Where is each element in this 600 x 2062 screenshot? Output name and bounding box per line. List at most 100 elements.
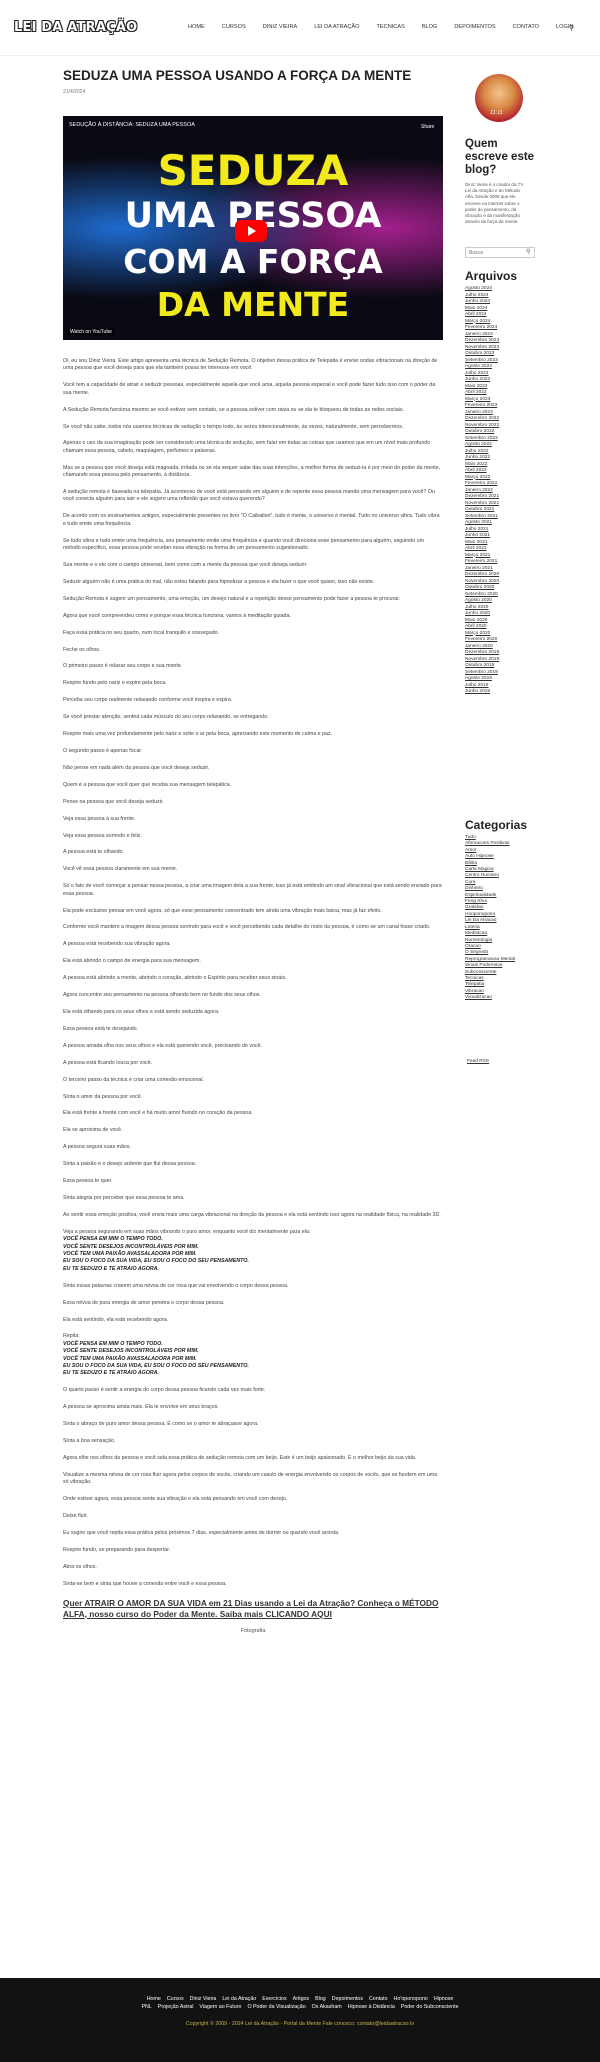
post-paragraph: Deixe fluir. — [63, 1513, 88, 1520]
footer-link[interactable]: Exercícios — [262, 1996, 286, 2002]
nav-depoimentos[interactable]: DEPOIMENTOS — [454, 24, 495, 30]
post-paragraph: Ela está abrindo o campo de energia para… — [63, 958, 201, 965]
footer-link[interactable]: Contato — [369, 1996, 388, 2002]
footer-link[interactable]: PNL — [141, 2004, 151, 2010]
footer-link[interactable]: Diniz Vieira — [190, 1996, 217, 2002]
affirmation-line: EU TE SEDUZO E TE ATRAIO AGORA. — [63, 1370, 160, 1377]
watch-on-youtube-link[interactable]: Watch on YouTube — [67, 328, 115, 336]
search-icon[interactable]: ⚲ — [569, 24, 577, 32]
footer-link[interactable]: Depoimentos — [332, 1996, 363, 2002]
post-paragraph: A pessoa está ficando louca por você. — [63, 1059, 153, 1066]
post-paragraph: Faça essa prática no seu quarto, num loc… — [63, 629, 220, 636]
post-paragraph: Sinta essas palavras criarem uma névoa d… — [63, 1282, 289, 1289]
main-nav: HOME CURSOS DINIZ VIEIRA LEI DA ATRAÇÃO … — [188, 24, 590, 30]
post-paragraph: Você vê essa pessoa claramente em sua me… — [63, 866, 178, 873]
video-share-button[interactable]: Share — [421, 124, 434, 130]
post-paragraph: Visualize a mesma névoa de cor rosa flui… — [63, 1471, 438, 1486]
post-paragraph: Veja essa pessoa à sua frente. — [63, 815, 136, 822]
post-paragraph: Apenas o uso da sua imaginação pode ser … — [63, 440, 431, 454]
footer-link[interactable]: Ho'oponopono — [394, 1996, 428, 2002]
post-paragraph: A sedução remota é baseada na telepatia.… — [63, 489, 435, 503]
affirmation-line: VOCÊ TEM UMA PAIXÃO AVASSALADORA POR MIM… — [63, 1355, 197, 1362]
footer-link[interactable]: Artigos — [293, 1996, 310, 2002]
rss-feed-link[interactable]: Feed RSS — [467, 1059, 489, 1064]
nav-blog[interactable]: BLOG — [422, 24, 438, 30]
post-paragraph: A pessoa amada olha nos seus olhos e ela… — [63, 1042, 263, 1049]
nav-diniz-vieira[interactable]: DINIZ VIEIRA — [263, 24, 298, 30]
footer-link[interactable]: Blog — [315, 1996, 326, 2002]
footer-link[interactable]: Hipnose à Distância — [348, 2004, 395, 2010]
footer-link[interactable]: Viagem ao Futuro — [199, 2004, 241, 2010]
archive-link[interactable]: Junho 2019 — [465, 689, 535, 696]
categories-list: Tudo Afirmacoes Positivas Amor Auto Hipnose… — [465, 835, 545, 1002]
footer-links-row-1: Home Cursos Diniz Vieira Lei da Atração Exer… — [0, 1996, 600, 2002]
sidebar-search-input[interactable] — [465, 247, 535, 258]
play-icon[interactable] — [235, 220, 267, 242]
post-paragraph: Seduzir alguém não é uma prática do mal,… — [63, 578, 375, 585]
nav-cursos[interactable]: CURSOS — [222, 24, 246, 30]
author-bio: Diniz Vieira é o criador da TV Lei da At… — [465, 182, 524, 225]
post-paragraph: Eu sugiro que você repita essa prática p… — [63, 1530, 340, 1536]
post-paragraph: Onde estiver agora, essa pessoa sente su… — [63, 1496, 288, 1503]
course-cta-link[interactable]: Quer ATRAIR O AMOR DA SUA VIDA em 21 Dia… — [63, 1598, 443, 1620]
post-paragraph: Ela pode exclusive pensar em você agora,… — [63, 907, 382, 914]
video-thumb-line-4: DA MENTE — [156, 285, 350, 324]
post-paragraph: Sinta a paixão e o desejo ardente que fl… — [63, 1161, 197, 1168]
footer-link[interactable]: Poder do Subconsciente — [401, 2004, 459, 2010]
footer-link[interactable]: Hipnose — [434, 1996, 453, 2002]
post-paragraph: A pessoa segura suas mãos. — [63, 1144, 132, 1151]
post-paragraph: Agora que você compreendeu como e porque… — [63, 612, 291, 619]
post-paragraph: O segundo passo é apenas focar. — [63, 747, 143, 754]
post-image-placeholder: Fotografia — [240, 1627, 266, 1634]
site-header: LEI DA ATRAÇÃO HOME CURSOS DINIZ VIEIRA … — [0, 0, 600, 56]
affirmation-line: VOCÊ SENTE DESEJOS INCONTROLÁVEIS POR MI… — [63, 1243, 199, 1250]
post-paragraph: Sinta a boa sensação. — [63, 1438, 116, 1445]
post-paragraph: Ela se aproxima de você. — [63, 1127, 123, 1134]
post-paragraph: Se você não sabe, todos nós usamos técni… — [63, 423, 404, 430]
post-paragraph: Sinta-se bem e sinta que houve a conexão… — [63, 1580, 227, 1587]
post-paragraph: A pessoa está recebendo sua vibração ago… — [63, 941, 171, 948]
search-icon[interactable]: ⚲ — [526, 248, 530, 255]
post-paragraph: A pessoa se aproxima ainda mais. Ela te … — [63, 1404, 219, 1411]
post-paragraph: Pense na pessoa que você deseja seduzir. — [63, 798, 164, 805]
post-paragraph: O primeiro passo é relaxar seu corpo e s… — [63, 663, 183, 670]
post-paragraph: Abra os olhos. — [63, 1563, 97, 1570]
archives-heading: Arquivos — [465, 269, 518, 283]
post-paragraph: Respire mais uma vez profundamente pelo … — [63, 731, 333, 738]
nav-lei-da-atracao[interactable]: LEI DA ATRAÇÃO — [314, 24, 359, 30]
post-paragraph: Você tem a capacidade de atrair e seduzi… — [63, 382, 436, 396]
nav-tecnicas[interactable]: TECNICAS — [377, 24, 405, 30]
nav-contato[interactable]: CONTATO — [513, 24, 539, 30]
site-logo[interactable]: LEI DA ATRAÇÃO — [14, 20, 137, 35]
post-paragraph: Ela está olhando para os seus olhos e es… — [63, 1008, 220, 1015]
post-paragraph: Conforme você mantém a imagem dessa pess… — [63, 924, 431, 931]
footer-link[interactable]: Lei da Atração — [222, 1996, 256, 2002]
site-footer: Home Cursos Diniz Vieira Lei da Atração Exer… — [0, 1978, 600, 2062]
affirmation-line: VOCÊ TEM UMA PAIXÃO AVASSALADORA POR MIM… — [63, 1250, 197, 1257]
post-paragraph: Sinta alegria por perceber que essa pess… — [63, 1194, 185, 1201]
post-paragraph: Sinta o abraço de puro amor dessa pessoa… — [63, 1421, 259, 1428]
footer-link[interactable]: Cursos — [167, 1996, 184, 2002]
footer-link[interactable]: O Poder da Visualização — [247, 2004, 305, 2010]
archives-list: Agosto 2024 Julho 2024 Junho 2024 Maio 2024… — [465, 286, 535, 696]
footer-links-row-2: PNL Projeção Astral Viagem ao Futuro O Pode… — [0, 2004, 600, 2010]
post-paragraph: Ao sentir essa emoção positiva, você env… — [63, 1211, 441, 1218]
post-paragraph: Oi, eu sou Diniz Vieira. Este artigo apr… — [63, 358, 438, 372]
post-paragraph: Repita: — [63, 1333, 80, 1340]
footer-link[interactable]: Os Akasham — [312, 2004, 342, 2010]
video-title[interactable]: SEDUÇÃO À DISTÂNCIA: SEDUZA UMA PESSOA — [69, 122, 195, 128]
post-paragraph: Quem é a pessoa que você quer que receba… — [63, 781, 232, 788]
footer-link[interactable]: Home — [147, 1996, 161, 2002]
post-paragraph: Respire fundo, se preparando para desper… — [63, 1546, 171, 1553]
video-embed[interactable]: SEDUÇÃO À DISTÂNCIA: SEDUZA UMA PESSOA S… — [63, 116, 443, 340]
post-paragraph: Se você prestar atenção, sentirá cada mú… — [63, 714, 269, 721]
footer-link[interactable]: Projeção Astral — [158, 2004, 194, 2010]
post-paragraph: Agora concentre seu pensamento na pessoa… — [63, 992, 261, 999]
post-paragraph: Feche os olhos. — [63, 646, 101, 653]
category-link[interactable]: Visualizacao — [465, 995, 545, 1001]
affirmation-line: VOCÊ PENSA EM MIM O TEMPO TODO. — [63, 1236, 163, 1243]
post-paragraph: Só o fato de você começar a pensar nessa… — [63, 883, 442, 897]
post-paragraph: Essa pessoa está te desejando. — [63, 1025, 139, 1032]
nav-home[interactable]: HOME — [188, 24, 205, 30]
affirmation-line: EU SOU O FOCO DA SUA VIDA, EU SOU O FOCO… — [63, 1363, 249, 1370]
